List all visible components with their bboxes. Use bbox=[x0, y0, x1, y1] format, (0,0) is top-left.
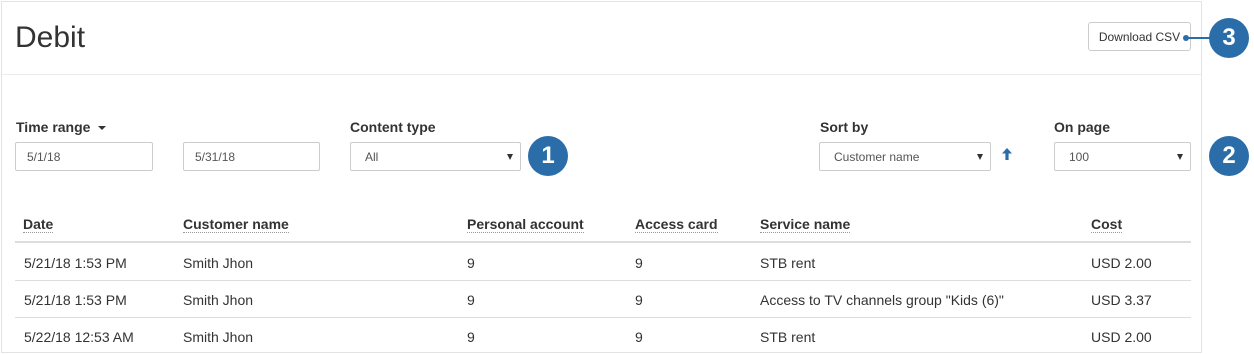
cell-cost: USD 3.37 bbox=[1091, 292, 1152, 308]
cell-cost: USD 2.00 bbox=[1091, 329, 1152, 345]
cell-personal-account: 9 bbox=[467, 255, 475, 271]
caret-down-icon bbox=[1177, 154, 1183, 160]
on-page-label: On page bbox=[1054, 119, 1111, 135]
cell-access-card: 9 bbox=[635, 329, 643, 345]
caret-down-icon bbox=[977, 154, 983, 160]
cell-access-card: 9 bbox=[635, 255, 643, 271]
arrow-up-icon[interactable] bbox=[1001, 147, 1013, 161]
time-range-label: Time range bbox=[16, 119, 91, 135]
caret-down-icon bbox=[507, 154, 513, 160]
cell-service-name: Access to TV channels group "Kids (6)" bbox=[760, 292, 1004, 308]
cell-date: 5/21/18 1:53 PM bbox=[24, 255, 127, 271]
table-row: 5/22/18 12:53 AM Smith Jhon 9 9 STB rent… bbox=[15, 318, 1191, 354]
cell-service-name: STB rent bbox=[760, 255, 816, 271]
column-header-customer-name[interactable]: Customer name bbox=[183, 216, 289, 233]
column-header-cost[interactable]: Cost bbox=[1091, 216, 1123, 233]
callout-1-badge: 1 bbox=[528, 136, 568, 176]
date-from-input[interactable]: 5/1/18 bbox=[15, 142, 153, 171]
column-header-date[interactable]: Date bbox=[23, 216, 54, 233]
page-title: Debit bbox=[15, 21, 86, 54]
callout-2-badge: 2 bbox=[1209, 136, 1249, 176]
sort-by-value: Customer name bbox=[834, 149, 920, 164]
cell-access-card: 9 bbox=[635, 292, 643, 308]
content-type-select[interactable]: All bbox=[350, 142, 521, 171]
cell-service-name: STB rent bbox=[760, 329, 816, 345]
header-divider bbox=[2, 74, 1201, 75]
column-header-service-name[interactable]: Service name bbox=[760, 216, 851, 233]
cell-customer-name: Smith Jhon bbox=[183, 292, 254, 308]
cell-date: 5/22/18 12:53 AM bbox=[24, 329, 134, 345]
cell-customer-name: Smith Jhon bbox=[183, 329, 254, 345]
cell-personal-account: 9 bbox=[467, 329, 475, 345]
cell-personal-account: 9 bbox=[467, 292, 475, 308]
cell-cost: USD 2.00 bbox=[1091, 255, 1152, 271]
callout-3-badge: 3 bbox=[1209, 18, 1249, 58]
download-csv-button[interactable]: Download CSV bbox=[1088, 22, 1191, 51]
callout-3-pointer-line bbox=[1186, 37, 1210, 39]
caret-down-icon bbox=[98, 126, 107, 131]
date-to-input[interactable]: 5/31/18 bbox=[183, 142, 320, 171]
cell-customer-name: Smith Jhon bbox=[183, 255, 254, 271]
column-header-access-card[interactable]: Access card bbox=[635, 216, 718, 233]
sort-by-select[interactable]: Customer name bbox=[819, 142, 991, 171]
table-header: Date Customer name Personal account Acce… bbox=[15, 210, 1191, 243]
table-row: 5/21/18 1:53 PM Smith Jhon 9 9 Access to… bbox=[15, 281, 1191, 318]
content-type-value: All bbox=[365, 149, 379, 164]
sort-by-label: Sort by bbox=[820, 119, 869, 135]
time-range-dropdown[interactable]: Time range bbox=[16, 119, 107, 135]
cell-date: 5/21/18 1:53 PM bbox=[24, 292, 127, 308]
table-row: 5/21/18 1:53 PM Smith Jhon 9 9 STB rent … bbox=[15, 244, 1191, 281]
on-page-select[interactable]: 100 bbox=[1054, 142, 1191, 171]
content-type-label: Content type bbox=[350, 119, 436, 135]
column-header-personal-account[interactable]: Personal account bbox=[467, 216, 584, 233]
on-page-value: 100 bbox=[1069, 149, 1090, 164]
